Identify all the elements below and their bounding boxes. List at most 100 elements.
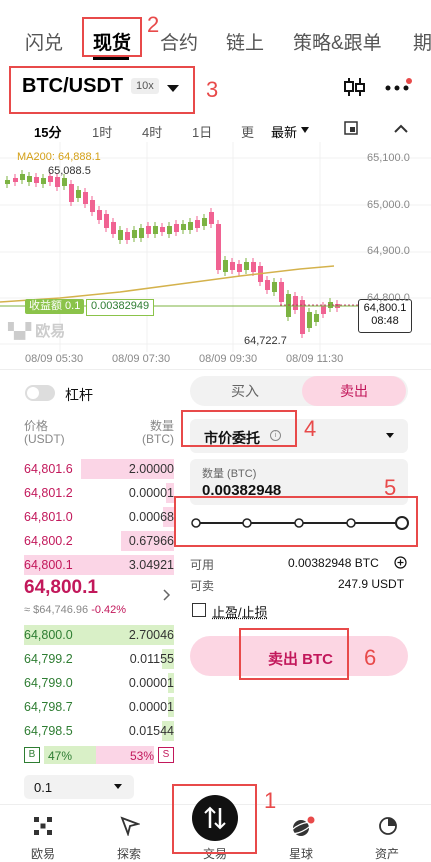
candle-body — [125, 232, 130, 240]
leverage-toggle[interactable] — [25, 385, 55, 401]
candle-body — [188, 222, 193, 230]
candle-body — [13, 178, 18, 182]
candle-body — [76, 190, 81, 198]
ask-row[interactable]: 64,800.1 3.04921 — [24, 555, 174, 575]
candle-body — [90, 200, 95, 212]
timeframe-1h[interactable]: 1时 — [92, 122, 112, 141]
order-quantity: 0.00001 — [128, 486, 174, 500]
current-price-tag: 64,800.1 08:48 — [358, 299, 412, 333]
timeframe-more[interactable]: 更 — [241, 122, 254, 141]
timeframe-1d[interactable]: 1日 — [192, 122, 212, 141]
candle-body — [293, 296, 298, 310]
buy-tab[interactable]: 买入 — [200, 376, 290, 406]
qty-column-header: 数量 (BTC) — [142, 419, 174, 446]
watermark: ▚▞ 欧易 — [8, 323, 66, 340]
candle-body — [216, 224, 221, 270]
ask-row[interactable]: 64,800.2 0.67966 — [24, 531, 174, 551]
x-axis-label: 08/09 05:30 — [25, 353, 84, 365]
timeframe-15m[interactable]: 15分 — [34, 122, 61, 141]
annotation-number-3: 3 — [206, 77, 219, 102]
tab-flash-swap[interactable]: 闪兑 — [25, 28, 63, 55]
timeframe-4h[interactable]: 4时 — [142, 122, 162, 141]
tab-strategy[interactable]: 策略&跟单 — [293, 28, 382, 55]
candle-body — [139, 228, 144, 238]
slider-tick-50[interactable] — [294, 518, 304, 528]
latest-select[interactable]: 最新 — [271, 122, 297, 141]
leverage-toggle-label: 杠杆 — [65, 387, 93, 403]
ask-row[interactable]: 64,801.0 0.00068 — [24, 507, 174, 527]
sell-tab[interactable]: 卖出 — [302, 376, 406, 406]
candle-body — [272, 282, 277, 292]
order-price: 64,801.6 — [24, 462, 73, 476]
candle-body — [251, 262, 256, 272]
slider-tick-25[interactable] — [242, 518, 252, 528]
candle-body — [230, 262, 235, 270]
tab-futures[interactable]: 合约 — [160, 28, 198, 55]
candle-body — [146, 226, 151, 234]
ma200-label: MA200: 64,888.1 — [17, 151, 101, 163]
tab-onchain[interactable]: 链上 — [226, 28, 264, 55]
chevron-right-icon[interactable] — [163, 589, 171, 601]
buy-sell-ratio: B 47% 53% S — [24, 746, 174, 764]
chevron-down-icon — [386, 433, 394, 438]
annotation-number-1: 1 — [264, 788, 277, 813]
slider-tick-0[interactable] — [191, 518, 201, 528]
pie-chart-icon — [379, 817, 397, 835]
candle-body — [202, 218, 207, 226]
order-quantity: 3.04921 — [128, 558, 174, 572]
indicator-icon[interactable] — [344, 121, 358, 135]
tpsl-label[interactable]: 止盈/止损 — [212, 602, 268, 621]
annotation-number-4: 4 — [304, 416, 317, 441]
leverage-badge: 10x — [131, 78, 159, 94]
annotation-box-2 — [82, 17, 142, 57]
y-axis-label: 64,900.0 — [367, 245, 410, 257]
candle-body — [167, 226, 172, 234]
candle-body — [160, 227, 165, 232]
annotation-box-1 — [172, 784, 257, 854]
candle-body — [223, 260, 228, 272]
bid-row[interactable]: 64,799.0 0.00001 — [24, 673, 174, 693]
x-axis-label: 08/09 11:30 — [286, 353, 344, 365]
more-menu-icon[interactable] — [384, 78, 414, 94]
slider-handle[interactable] — [395, 516, 409, 530]
tpsl-checkbox[interactable] — [192, 603, 206, 617]
order-price: 64,800.1 — [24, 558, 73, 572]
sell-ratio-text: 53% — [129, 749, 154, 763]
pnl-badge: 收益额 0.1 — [25, 299, 85, 314]
bid-row[interactable]: 64,798.5 0.01544 — [24, 721, 174, 741]
sellable-value: 247.9 USDT — [338, 577, 405, 591]
candle-body — [132, 230, 137, 238]
price-column-header: 价格 (USDT) — [24, 419, 65, 446]
available-label: 可用 — [190, 558, 215, 572]
candle-body — [153, 226, 158, 234]
pair-selector[interactable]: BTC/USDT — [22, 75, 123, 98]
mid-price-usd: ≈ $64,746.96 -0.42% — [24, 604, 127, 616]
candle-body — [27, 176, 32, 182]
ask-row[interactable]: 64,801.2 0.00001 — [24, 483, 174, 503]
order-price: 64,799.2 — [24, 652, 73, 666]
order-price: 64,801.0 — [24, 510, 73, 524]
bid-row[interactable]: 64,799.2 0.01155 — [24, 649, 174, 669]
amount-slider[interactable] — [188, 512, 410, 534]
y-axis-label: 65,100.0 — [367, 152, 410, 164]
bid-row[interactable]: 64,798.7 0.00001 — [24, 697, 174, 717]
collapse-chevron-icon[interactable] — [394, 124, 408, 134]
slider-tick-75[interactable] — [346, 518, 356, 528]
order-price: 64,799.0 — [24, 676, 73, 690]
depth-select[interactable]: 0.1 — [24, 775, 134, 799]
candle-body — [209, 212, 214, 224]
order-price: 64,798.5 — [24, 724, 73, 738]
order-quantity: 2.70046 — [128, 628, 174, 642]
add-circle-icon[interactable] — [394, 556, 407, 569]
candle-body — [279, 282, 284, 302]
buy-ratio-text: 47% — [48, 749, 73, 763]
chevron-down-icon[interactable] — [167, 85, 179, 92]
annotation-number-6: 6 — [364, 645, 377, 670]
bid-row[interactable]: 64,800.0 2.70046 — [24, 625, 174, 645]
candlestick-icon[interactable] — [343, 76, 367, 98]
ask-row[interactable]: 64,801.6 2.00000 — [24, 459, 174, 479]
candle-body — [265, 280, 270, 290]
tab-more[interactable]: 期 — [413, 28, 431, 55]
pnl-value: 0.00382949 — [86, 299, 155, 316]
candle-body — [174, 224, 179, 232]
